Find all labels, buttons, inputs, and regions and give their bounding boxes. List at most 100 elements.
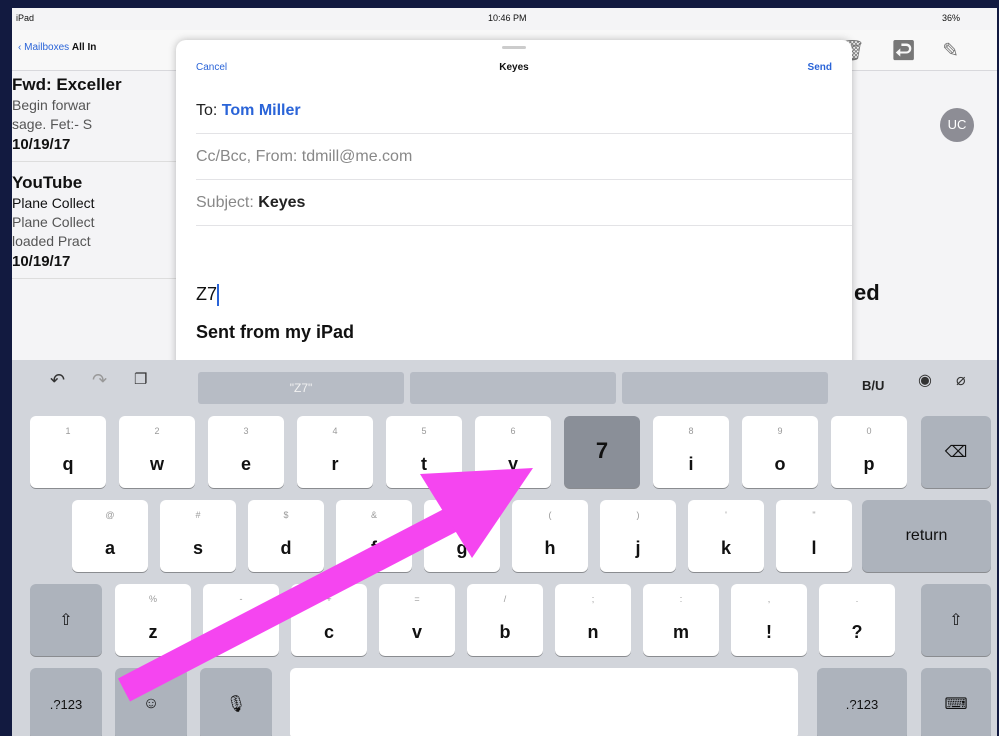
screenshot-frame: iPad 10:46 PM 36% ‹ Mailboxes All In 🗑↩✎… xyxy=(0,0,999,736)
subject-field[interactable]: Subject: Keyes xyxy=(196,180,852,226)
key-b[interactable]: / b xyxy=(467,584,543,656)
shift-icon: ⇧ xyxy=(949,612,963,629)
undo-icon[interactable]: ↶ xyxy=(50,370,65,391)
list-item[interactable]: YouTube Plane Collect Plane Collect load… xyxy=(12,162,182,279)
key-v[interactable]: = v xyxy=(379,584,455,656)
device-label: iPad xyxy=(16,13,35,23)
shift-key-right[interactable]: ⇧ xyxy=(921,584,991,656)
message-preview: loaded Pract xyxy=(12,233,91,249)
return-key[interactable]: return xyxy=(862,500,991,572)
key-label: p xyxy=(863,454,875,474)
key-secondary-label: % xyxy=(148,594,157,604)
key-label: v xyxy=(411,622,422,642)
key-s[interactable]: # s xyxy=(160,500,236,572)
key-label: w xyxy=(149,454,164,474)
key-label: s xyxy=(192,538,203,558)
return-label: return xyxy=(905,527,948,544)
key-a[interactable]: @ a xyxy=(72,500,148,572)
key-h[interactable]: (h xyxy=(512,500,588,572)
key-i[interactable]: 8i xyxy=(653,416,729,488)
key-label: 7 xyxy=(595,438,609,463)
key-k[interactable]: ' k xyxy=(688,500,764,572)
key-d[interactable]: $ d xyxy=(248,500,324,572)
compose-icon[interactable]: ✎ xyxy=(942,40,985,62)
redo-icon[interactable]: ↷ xyxy=(92,370,107,391)
space-bar[interactable] xyxy=(290,668,798,736)
cc-bcc-label: Cc/Bcc, From: xyxy=(196,148,298,165)
avatar: UC xyxy=(940,108,974,142)
paperclip-icon[interactable]: ⌀ xyxy=(956,370,966,390)
compose-sheet: Cancel Keyes Send To: Tom Miller Cc/Bcc,… xyxy=(176,40,852,368)
message-heading: ed xyxy=(854,280,880,305)
key-t[interactable]: 5t xyxy=(386,416,462,488)
numbers-key-left[interactable]: .?123 xyxy=(30,668,102,736)
mailboxes-back-button[interactable]: ‹ Mailboxes All In xyxy=(18,42,96,53)
numbers-key-right[interactable]: .?123 xyxy=(817,668,907,736)
sheet-handle[interactable] xyxy=(502,46,526,49)
paste-icon[interactable]: ❐ xyxy=(134,370,147,388)
cc-bcc-from-field[interactable]: Cc/Bcc, From: tdmill@me.com xyxy=(196,134,852,180)
body-typed-text: Z7 xyxy=(196,284,218,304)
key-r[interactable]: 4r xyxy=(297,416,373,488)
compose-title: Keyes xyxy=(499,62,529,73)
key-x[interactable]: -x xyxy=(203,584,279,656)
key-o[interactable]: 9o xyxy=(742,416,818,488)
key-7[interactable]: 7 xyxy=(564,416,640,488)
key-secondary-label: ' xyxy=(725,510,727,520)
key-secondary-label: 6 xyxy=(510,426,516,436)
key-secondary-label: & xyxy=(370,510,377,520)
message-date: 10/19/17 xyxy=(12,136,71,153)
key-w[interactable]: 2w xyxy=(119,416,195,488)
key-label: o xyxy=(774,454,786,474)
hide-keyboard-key[interactable]: ⌨ xyxy=(921,668,991,736)
onscreen-keyboard: ↶ ↷ ❐ "Z7" B/U ◉ ⌀ 1q2w3e4r5t6y78i9o0p ⌫… xyxy=(12,360,997,736)
suggestion-2[interactable] xyxy=(410,372,616,404)
key-e[interactable]: 3e xyxy=(208,416,284,488)
key-secondary-label: 5 xyxy=(421,426,427,436)
reply-icon[interactable]: ↩ xyxy=(891,40,942,62)
dictation-key[interactable]: 🎙 xyxy=(200,668,272,736)
key-j[interactable]: ) j xyxy=(600,500,676,572)
key-p[interactable]: 0p xyxy=(831,416,907,488)
key-secondary-label: ; xyxy=(591,594,595,604)
camera-icon[interactable]: ◉ xyxy=(918,370,932,390)
key-n[interactable]: ; n xyxy=(555,584,631,656)
key-g[interactable]: * g xyxy=(424,500,500,572)
list-item[interactable]: Fwd: Exceller Begin forwar sage. Fet:- S… xyxy=(12,70,182,162)
key-exclamation[interactable]: ,! xyxy=(731,584,807,656)
key-f[interactable]: & f xyxy=(336,500,412,572)
message-body[interactable]: Z7 xyxy=(196,284,220,307)
send-button[interactable]: Send xyxy=(808,62,832,73)
key-question[interactable]: .? xyxy=(819,584,895,656)
delete-key[interactable]: ⌫ xyxy=(921,416,991,488)
key-l[interactable]: " l xyxy=(776,500,852,572)
key-y[interactable]: 6y xyxy=(475,416,551,488)
key-label: q xyxy=(62,454,74,474)
recipient-token[interactable]: Tom Miller xyxy=(222,102,301,119)
key-z[interactable]: % z xyxy=(115,584,191,656)
key-secondary-label: 9 xyxy=(777,426,783,436)
to-label: To: xyxy=(196,102,218,119)
key-secondary-label: 1 xyxy=(65,426,71,436)
key-secondary-label: : xyxy=(679,594,683,604)
shift-key-left[interactable]: ⇧ xyxy=(30,584,102,656)
suggestion-3[interactable] xyxy=(622,372,828,404)
key-secondary-label: $ xyxy=(283,510,289,520)
emoji-key[interactable]: ☺ xyxy=(115,668,187,736)
key-q[interactable]: 1q xyxy=(30,416,106,488)
key-label: n xyxy=(587,622,599,642)
key-label: r xyxy=(331,454,339,474)
subject-value: Keyes xyxy=(258,194,306,211)
key-m[interactable]: :m xyxy=(643,584,719,656)
key-secondary-label: , xyxy=(767,594,771,604)
format-button[interactable]: B/U xyxy=(862,378,884,393)
to-field[interactable]: To: Tom Miller xyxy=(196,88,852,134)
key-secondary-label: # xyxy=(195,510,201,520)
shift-icon: ⇧ xyxy=(59,612,73,629)
key-label: l xyxy=(811,538,817,558)
key-c[interactable]: + c xyxy=(291,584,367,656)
from-value: tdmill@me.com xyxy=(301,148,413,165)
key-label: a xyxy=(104,538,115,558)
key-secondary-label: 8 xyxy=(688,426,694,436)
suggestion-1[interactable]: "Z7" xyxy=(198,372,404,404)
